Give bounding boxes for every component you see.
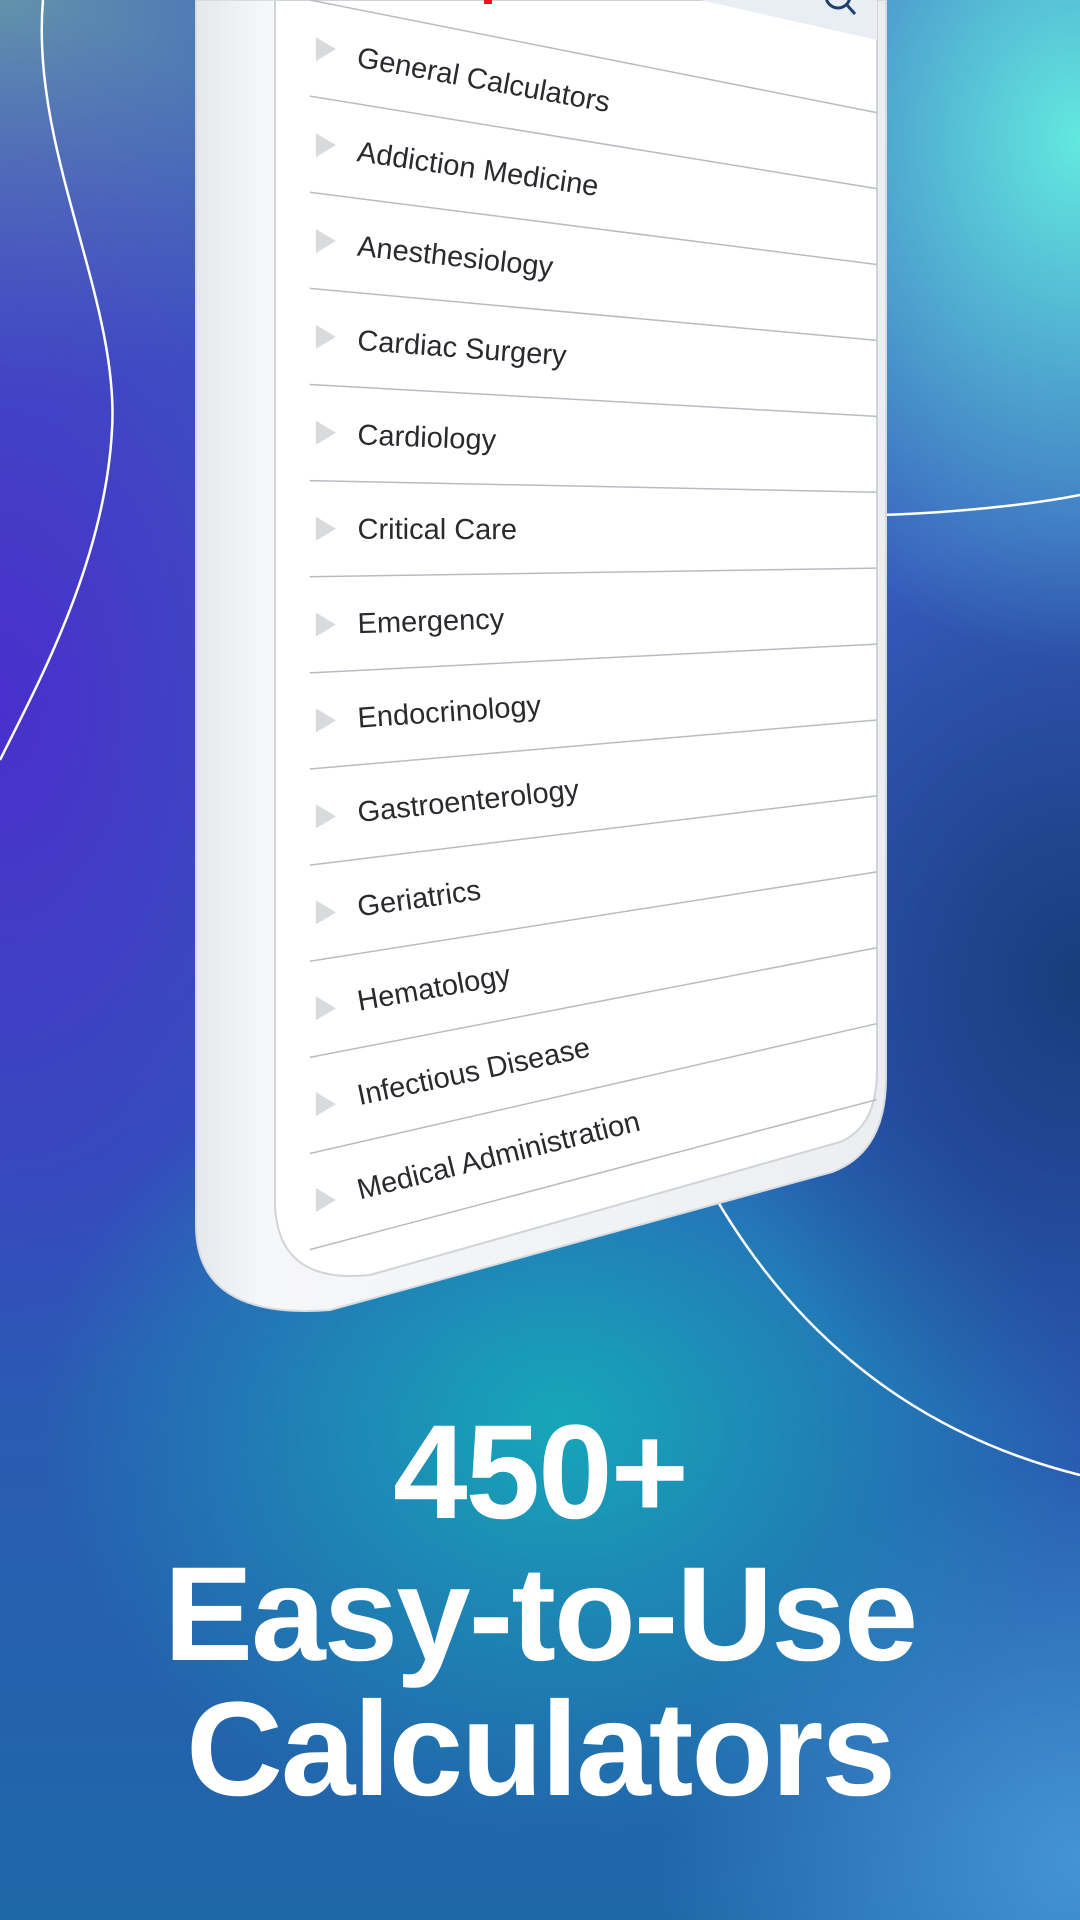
phone-mockup [195, 0, 887, 1312]
list-item-label: Cardiology [357, 419, 497, 456]
decorative-curve-right [879, 493, 1080, 517]
list-item-label: Critical Care [358, 514, 518, 546]
promo-canvas: General CalculatorsAddiction MedicineAne… [0, 0, 1080, 1824]
headline-line-3: Calculators [186, 1675, 894, 1824]
list-item-label: Emergency [357, 603, 505, 640]
decorative-curve-bottom [698, 1169, 1080, 1477]
headline-line-1: 450+ [393, 1398, 687, 1547]
headline-line-2: Easy-to-Use [164, 1540, 917, 1689]
headline: 450+ Easy-to-Use Calculators [164, 1398, 919, 1824]
decorative-curve-left [0, 0, 114, 761]
header-red-text-fragment [484, 0, 492, 4]
